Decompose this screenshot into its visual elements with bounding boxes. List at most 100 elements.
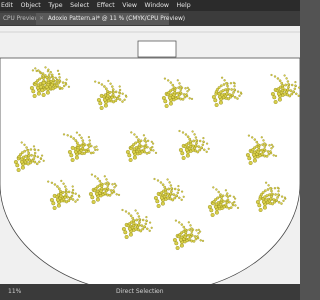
motif-dot bbox=[229, 82, 233, 85]
motif-dot bbox=[93, 146, 96, 149]
motif-dot bbox=[225, 201, 229, 204]
motif-dot bbox=[270, 189, 273, 193]
zoom-level[interactable]: 11% bbox=[8, 284, 21, 300]
motif-dot bbox=[88, 191, 93, 196]
document-canvas[interactable] bbox=[0, 26, 300, 284]
motif-dot bbox=[265, 194, 269, 198]
motif-dot bbox=[56, 185, 59, 188]
motif-dot bbox=[172, 86, 176, 90]
motif-dot bbox=[234, 204, 237, 207]
motif-dot bbox=[163, 185, 167, 189]
motif-dot bbox=[48, 73, 51, 76]
motif-dot bbox=[69, 197, 72, 201]
motif-dot bbox=[74, 200, 77, 203]
motif-dot bbox=[47, 68, 50, 71]
motif-dot bbox=[153, 177, 156, 181]
motif-dot bbox=[103, 103, 108, 108]
motif-dot bbox=[96, 97, 101, 102]
menu-edit[interactable]: Edit bbox=[0, 0, 17, 11]
motif-dot bbox=[24, 154, 28, 158]
motif-dot bbox=[32, 93, 37, 98]
motif-dot bbox=[118, 85, 121, 88]
motif-dot bbox=[267, 152, 271, 156]
small-artboard[interactable] bbox=[137, 40, 177, 58]
menu-object[interactable]: Object bbox=[17, 0, 45, 11]
motif-dot bbox=[100, 187, 104, 191]
motif-dot bbox=[110, 191, 114, 195]
motif-dot bbox=[144, 143, 148, 147]
motif-dot bbox=[172, 237, 177, 242]
motif-dot bbox=[123, 230, 128, 235]
motif-dot bbox=[30, 159, 34, 163]
motif-dot bbox=[182, 93, 186, 96]
motif-dot bbox=[98, 101, 103, 106]
motif-dot bbox=[107, 79, 110, 82]
motif-dot bbox=[121, 208, 124, 212]
motif-dot bbox=[128, 232, 133, 237]
motif-dot bbox=[61, 81, 65, 84]
motif-dot bbox=[91, 199, 96, 204]
motif-dot bbox=[288, 94, 292, 98]
motif-dot bbox=[104, 189, 108, 193]
motif-dot bbox=[35, 69, 38, 73]
motif-dot bbox=[219, 200, 224, 204]
motif-dot bbox=[159, 181, 163, 184]
motif-dot bbox=[57, 187, 61, 191]
motif-dot bbox=[226, 192, 229, 195]
half-circle-artboard[interactable] bbox=[0, 57, 300, 284]
motif-dot bbox=[265, 181, 268, 184]
motif-dot bbox=[228, 200, 231, 204]
motif-dot bbox=[280, 195, 284, 198]
motif-dot bbox=[193, 235, 197, 238]
motif-dot bbox=[236, 97, 239, 100]
motif-dot bbox=[248, 160, 253, 165]
motif-dot bbox=[81, 139, 85, 142]
motif-dot bbox=[217, 190, 220, 194]
motif-dot bbox=[287, 85, 290, 89]
tab-document-active[interactable]: ✕ Adoxio Pattern.ai* @ 11 % (CMYK/CPU Pre… bbox=[36, 13, 185, 25]
motif-dot bbox=[268, 193, 271, 197]
motif-dot bbox=[281, 86, 285, 90]
menu-help[interactable]: Help bbox=[173, 0, 195, 11]
motif-dot bbox=[30, 153, 33, 157]
motif-dot bbox=[121, 100, 124, 103]
motif-dot bbox=[227, 206, 231, 210]
menu-select[interactable]: Select bbox=[66, 0, 93, 11]
motif-dot bbox=[49, 197, 54, 202]
motif-dot bbox=[74, 139, 78, 142]
menu-view[interactable]: View bbox=[118, 0, 140, 11]
status-arrow-icon[interactable]: ▸ bbox=[155, 284, 158, 300]
motif-dot bbox=[173, 187, 177, 191]
tab-document-1[interactable]: CPU Preview) bbox=[0, 13, 41, 25]
menu-window[interactable]: Window bbox=[141, 0, 173, 11]
motif-dot bbox=[151, 145, 154, 149]
motif-dot bbox=[219, 193, 222, 196]
motif-dot bbox=[55, 81, 58, 85]
motif-dot bbox=[278, 79, 282, 83]
motif-dot bbox=[163, 99, 168, 104]
motif-dot bbox=[196, 235, 199, 238]
motif-dot bbox=[67, 85, 70, 88]
artwork-svg bbox=[0, 31, 300, 284]
motif-dot bbox=[20, 165, 25, 170]
motif-dot bbox=[27, 154, 31, 158]
motif-dot bbox=[90, 144, 93, 148]
motif-dot bbox=[177, 185, 180, 188]
motif-dot bbox=[196, 150, 200, 154]
motif-dot bbox=[69, 153, 74, 158]
motif-dot bbox=[26, 156, 30, 160]
menu-type[interactable]: Type bbox=[45, 0, 67, 11]
motif-dot bbox=[164, 188, 168, 192]
motif-dot bbox=[168, 181, 171, 184]
motif-dot bbox=[53, 183, 57, 186]
motif-dot bbox=[138, 218, 141, 221]
motif-dot bbox=[59, 189, 62, 193]
motif-dot bbox=[270, 192, 274, 196]
motif-dot bbox=[60, 87, 64, 90]
motif-dot bbox=[221, 89, 225, 93]
close-icon[interactable]: ✕ bbox=[39, 16, 44, 22]
motif-dot bbox=[232, 81, 235, 84]
menu-effect[interactable]: Effect bbox=[93, 0, 118, 11]
motif-dot bbox=[33, 151, 37, 155]
motif-dot bbox=[294, 84, 297, 87]
